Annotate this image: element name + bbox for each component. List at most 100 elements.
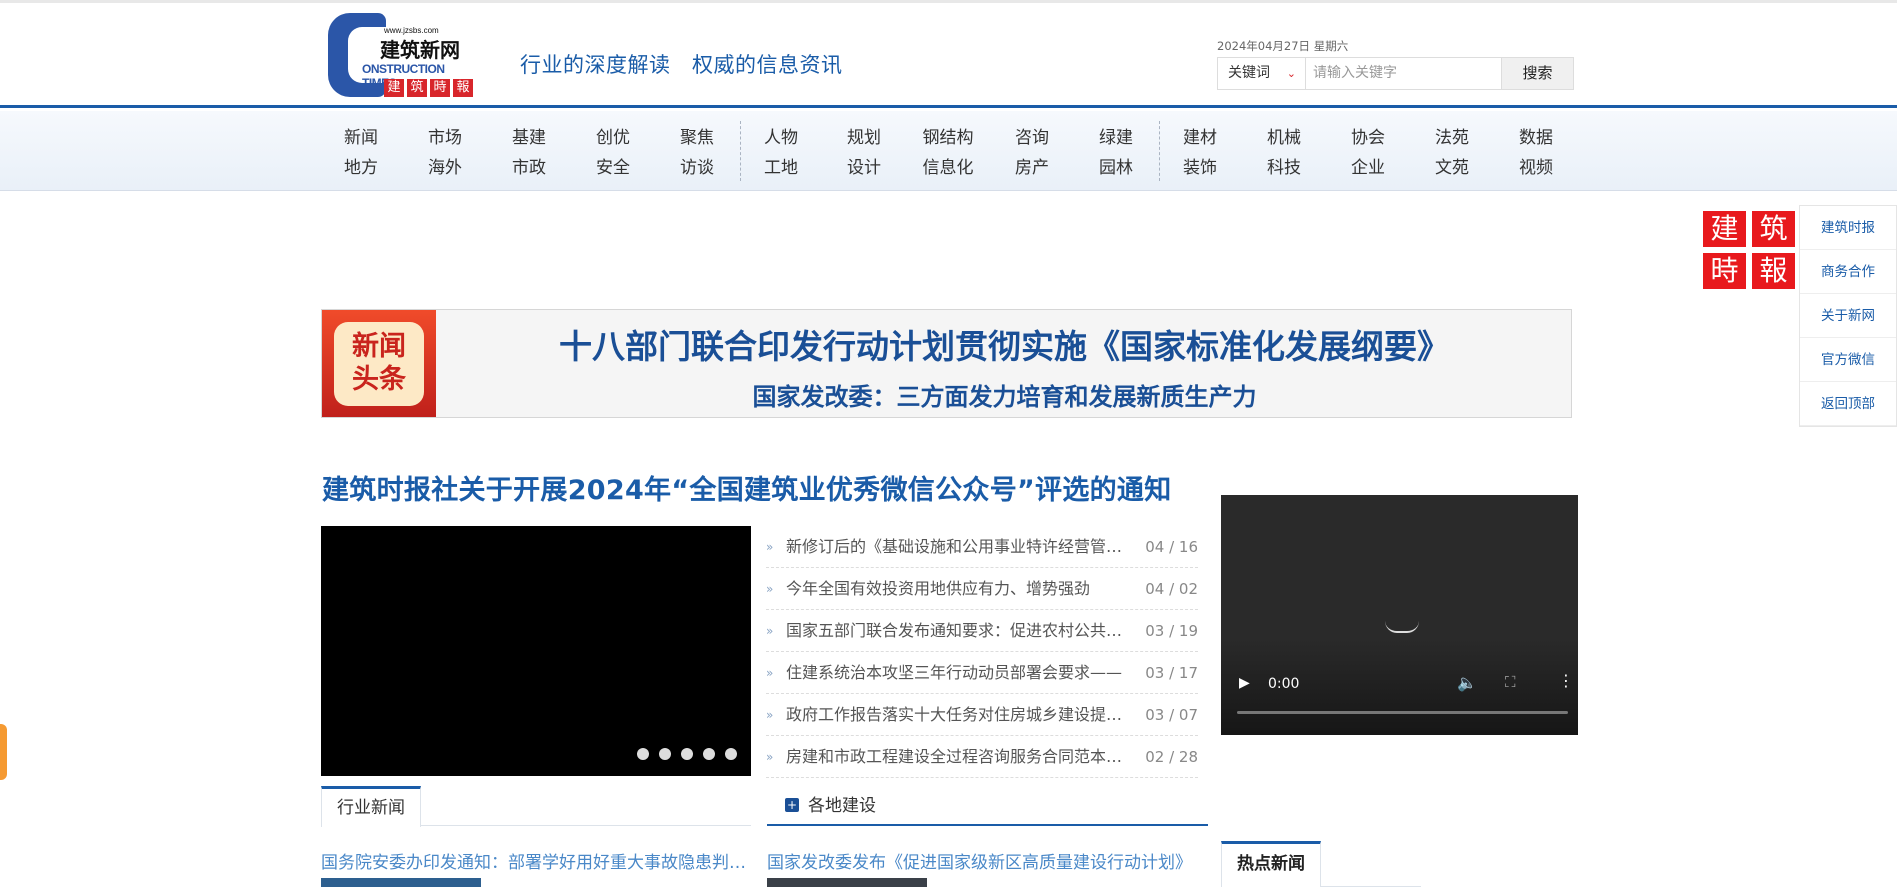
nav-link[interactable]: 访谈 xyxy=(662,153,732,183)
list-item[interactable]: » 今年全国有效投资用地供应有力、增势强劲 04 / 02 xyxy=(766,568,1198,610)
search-type-select[interactable]: 关键词 ⌄ xyxy=(1217,57,1306,90)
logo-seal-char: 報 xyxy=(453,79,473,97)
logo-seal-char: 建 xyxy=(384,79,404,97)
search-input[interactable]: 请输入关键字 xyxy=(1306,57,1502,90)
nav-link[interactable]: 新闻 xyxy=(326,123,396,153)
nav-column: 建材 装饰 xyxy=(1165,123,1235,183)
tab-industry-news[interactable]: 行业新闻 xyxy=(321,786,421,827)
headline-sub-link[interactable]: 国家发改委：三方面发力培育和发展新质生产力 xyxy=(436,377,1573,412)
float-link-wechat[interactable]: 官方微信 xyxy=(1800,338,1896,382)
nav-column: 聚焦 访谈 xyxy=(662,123,732,183)
local-construction-link[interactable]: 国家发改委发布《促进国家级新区高质量建设行动计划》 xyxy=(767,848,1197,873)
news-title[interactable]: 今年全国有效投资用地供应有力、增势强劲 xyxy=(786,568,1126,610)
video-player[interactable]: ▶ 0:00 🔈 ⛶ ⋮ xyxy=(1221,495,1578,735)
nav-link[interactable]: 装饰 xyxy=(1165,153,1235,183)
nav-link[interactable]: 海外 xyxy=(410,153,480,183)
list-item[interactable]: » 住建系统治本攻坚三年行动动员部署会要求—— 03 / 17 xyxy=(766,652,1198,694)
arrow-icon: » xyxy=(766,666,774,680)
nav-link[interactable]: 数据 xyxy=(1501,123,1571,153)
headline-main-link[interactable]: 十八部门联合印发行动计划贯彻实施《国家标准化发展纲要》 xyxy=(436,320,1573,368)
nav-link[interactable]: 园林 xyxy=(1081,153,1151,183)
logo-seal: 建 筑 時 報 xyxy=(384,79,473,97)
nav-link[interactable]: 规划 xyxy=(829,123,899,153)
float-link-business[interactable]: 商务合作 xyxy=(1800,250,1896,294)
nav-link[interactable]: 基建 xyxy=(494,123,564,153)
left-edge-tab[interactable] xyxy=(0,724,7,780)
nav-link[interactable]: 绿建 xyxy=(1081,123,1151,153)
image-slider[interactable] xyxy=(321,526,751,776)
floating-side-menu: 建筑时报 商务合作 关于新网 官方微信 返回顶部 xyxy=(1799,205,1897,427)
video-progress-bar[interactable] xyxy=(1237,711,1568,714)
slider-dot[interactable] xyxy=(637,748,649,760)
nav-link[interactable]: 机械 xyxy=(1249,123,1319,153)
nav-link[interactable]: 建材 xyxy=(1165,123,1235,153)
news-date: 03 / 17 xyxy=(1145,664,1198,682)
list-item[interactable]: » 房建和市政工程建设全过程咨询服务合同范本发布 02 / 28 xyxy=(766,736,1198,778)
tab-hot-news[interactable]: 热点新闻 xyxy=(1221,841,1321,887)
news-date: 02 / 28 xyxy=(1145,748,1198,766)
nav-divider xyxy=(740,121,741,181)
news-title[interactable]: 国家五部门联合发布通知要求：促进农村公共基础设施 xyxy=(786,610,1126,652)
nav-link[interactable]: 人物 xyxy=(746,123,816,153)
nav-column: 绿建 园林 xyxy=(1081,123,1151,183)
nav-link[interactable]: 创优 xyxy=(578,123,648,153)
float-link-times[interactable]: 建筑时报 xyxy=(1800,206,1896,250)
nav-divider xyxy=(1159,121,1160,181)
nav-link[interactable]: 设计 xyxy=(829,153,899,183)
news-title[interactable]: 房建和市政工程建设全过程咨询服务合同范本发布 xyxy=(786,736,1126,778)
arrow-icon: » xyxy=(766,624,774,638)
nav-link[interactable]: 市场 xyxy=(410,123,480,153)
chevron-down-icon: ⌄ xyxy=(1286,67,1296,80)
nav-link[interactable]: 市政 xyxy=(494,153,564,183)
nav-column: 基建 市政 xyxy=(494,123,564,183)
fullscreen-icon[interactable]: ⛶ xyxy=(1505,673,1516,691)
slider-dot[interactable] xyxy=(725,748,737,760)
nav-column: 市场 海外 xyxy=(410,123,480,183)
float-link-back-to-top[interactable]: 返回顶部 xyxy=(1800,382,1896,426)
news-title[interactable]: 新修订后的《基础设施和公用事业特许经营管理办法》 xyxy=(786,526,1126,568)
float-link-about[interactable]: 关于新网 xyxy=(1800,294,1896,338)
nav-link[interactable]: 钢结构 xyxy=(913,123,983,153)
arrow-icon: » xyxy=(766,708,774,722)
local-construction-thumbnail[interactable] xyxy=(767,878,927,887)
nav-link[interactable]: 聚焦 xyxy=(662,123,732,153)
loading-spinner-icon xyxy=(1385,621,1419,633)
brand-char: 筑 xyxy=(1752,211,1795,247)
slider-dot[interactable] xyxy=(681,748,693,760)
nav-link[interactable]: 地方 xyxy=(326,153,396,183)
floating-brand-logo[interactable]: 建 筑 時 報 xyxy=(1703,211,1798,289)
list-item[interactable]: » 国家五部门联合发布通知要求：促进农村公共基础设施 03 / 19 xyxy=(766,610,1198,652)
list-item[interactable]: » 新修订后的《基础设施和公用事业特许经营管理办法》 04 / 16 xyxy=(766,526,1198,568)
industry-news-link[interactable]: 国务院安委办印发通知：部署学好用好重大事故隐患判定标准 xyxy=(321,848,751,873)
nav-link[interactable]: 咨询 xyxy=(997,123,1067,153)
play-icon[interactable]: ▶ xyxy=(1239,675,1250,691)
nav-link[interactable]: 工地 xyxy=(746,153,816,183)
search-button[interactable]: 搜索 xyxy=(1502,57,1574,90)
tab-local-construction[interactable]: 各地建设 xyxy=(808,791,876,816)
more-options-icon[interactable]: ⋮ xyxy=(1558,671,1574,690)
nav-link[interactable]: 企业 xyxy=(1333,153,1403,183)
news-title[interactable]: 政府工作报告落实十大任务对住房城乡建设提出要求 xyxy=(786,694,1126,736)
video-time: 0:00 xyxy=(1268,676,1300,692)
nav-link[interactable]: 信息化 xyxy=(913,153,983,183)
industry-news-thumbnail[interactable] xyxy=(321,878,481,887)
nav-link[interactable]: 视频 xyxy=(1501,153,1571,183)
slider-dot[interactable] xyxy=(659,748,671,760)
news-date: 04 / 16 xyxy=(1145,538,1198,556)
volume-icon[interactable]: 🔈 xyxy=(1457,673,1477,692)
slider-dot[interactable] xyxy=(703,748,715,760)
search-bar: 关键词 ⌄ 请输入关键字 搜索 xyxy=(1217,57,1574,90)
nav-column: 咨询 房产 xyxy=(997,123,1067,183)
nav-link[interactable]: 法苑 xyxy=(1417,123,1487,153)
nav-link[interactable]: 科技 xyxy=(1249,153,1319,183)
nav-link[interactable]: 安全 xyxy=(578,153,648,183)
nav-link[interactable]: 文苑 xyxy=(1417,153,1487,183)
nav-link[interactable]: 房产 xyxy=(997,153,1067,183)
logo-seal-char: 時 xyxy=(430,79,450,97)
notice-title-link[interactable]: 建筑时报社关于开展2024年“全国建筑业优秀微信公众号”评选的通知 xyxy=(322,468,1172,507)
nav-link[interactable]: 协会 xyxy=(1333,123,1403,153)
list-item[interactable]: » 政府工作报告落实十大任务对住房城乡建设提出要求 03 / 07 xyxy=(766,694,1198,736)
main-nav: 新闻 地方 市场 海外 基建 市政 创优 安全 聚焦 访谈 人物 工地 规划 设计 钢结构 信息… xyxy=(0,111,1897,191)
news-title[interactable]: 住建系统治本攻坚三年行动动员部署会要求—— xyxy=(786,652,1126,694)
site-logo[interactable]: www.jzsbs.com 建筑新网 ONSTRUCTION TIMES 建 筑… xyxy=(328,13,476,99)
